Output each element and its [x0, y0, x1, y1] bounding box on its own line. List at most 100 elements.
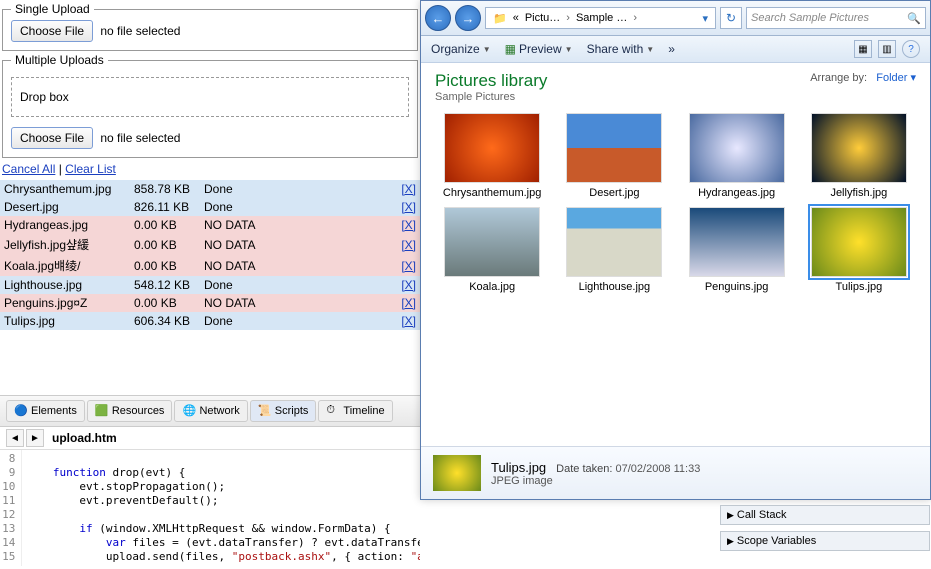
- devtools-tabs: 🔵Elements🟩Resources🌐Network📜Scripts⏱Time…: [0, 396, 420, 427]
- thumbnail-item[interactable]: Chrysanthemum.jpg: [435, 113, 549, 199]
- single-upload-legend: Single Upload: [11, 2, 94, 16]
- file-row: Desert.jpg826.11 KBDone[X]: [0, 198, 420, 216]
- scope-variables-panel[interactable]: ▶Scope Variables: [720, 531, 930, 551]
- devtools-tab-scripts[interactable]: 📜Scripts: [250, 400, 317, 422]
- thumbnail-image: [566, 113, 662, 183]
- details-filetype: JPEG image: [491, 475, 700, 487]
- more-menu[interactable]: »: [668, 42, 675, 56]
- network-icon: 🌐: [182, 404, 196, 418]
- devtools-filename[interactable]: upload.htm: [52, 431, 117, 445]
- search-placeholder: Search Sample Pictures: [751, 12, 869, 24]
- view-button[interactable]: ▦: [854, 40, 872, 58]
- file-size: 606.34 KB: [130, 312, 200, 330]
- cancel-all-link[interactable]: Cancel All: [2, 162, 55, 176]
- thumbnail-item[interactable]: Lighthouse.jpg: [557, 207, 671, 293]
- refresh-button[interactable]: ↻: [720, 7, 742, 29]
- library-title: Pictures library: [435, 71, 547, 91]
- file-status: Done: [200, 276, 396, 294]
- file-status: NO DATA: [200, 294, 396, 312]
- devtools-gutter: 89101112131415: [0, 450, 22, 566]
- no-file-label-single: no file selected: [100, 24, 180, 38]
- share-menu[interactable]: Share with ▼: [587, 42, 655, 56]
- scripts-icon: 📜: [258, 404, 272, 418]
- chevron-down-icon: ▼: [646, 45, 654, 54]
- preview-menu[interactable]: ▦ Preview ▼: [505, 42, 573, 56]
- choose-file-button-multi[interactable]: Choose File: [11, 127, 93, 149]
- devtools-tab-elements[interactable]: 🔵Elements: [6, 400, 85, 422]
- thumbnail-image: [566, 207, 662, 277]
- preview-pane-button[interactable]: ▥: [878, 40, 896, 58]
- thumbnail-item[interactable]: Jellyfish.jpg: [802, 113, 916, 199]
- next-arrow[interactable]: ►: [26, 429, 44, 447]
- thumbnail-label: Penguins.jpg: [680, 281, 794, 293]
- thumbnail-label: Desert.jpg: [557, 187, 671, 199]
- file-name: Lighthouse.jpg: [0, 276, 130, 294]
- file-name: Chrysanthemum.jpg: [0, 180, 130, 198]
- chevron-down-icon: ▼: [565, 45, 573, 54]
- delete-file-link[interactable]: [X]: [401, 314, 416, 328]
- file-status: Done: [200, 312, 396, 330]
- delete-file-link[interactable]: [X]: [401, 278, 416, 292]
- delete-file-link[interactable]: [X]: [401, 218, 416, 232]
- delete-file-link[interactable]: [X]: [401, 238, 416, 252]
- multiple-uploads-fieldset: Multiple Uploads Drop box Choose File no…: [2, 53, 418, 158]
- chevron-down-icon[interactable]: ▾: [699, 12, 711, 25]
- file-size: 548.12 KB: [130, 276, 200, 294]
- thumbnail-item[interactable]: Hydrangeas.jpg: [680, 113, 794, 199]
- thumbnail-label: Jellyfish.jpg: [802, 187, 916, 199]
- file-row: Hydrangeas.jpg0.00 KBNO DATA[X]: [0, 216, 420, 234]
- devtools-tab-resources[interactable]: 🟩Resources: [87, 400, 173, 422]
- delete-file-link[interactable]: [X]: [401, 200, 416, 214]
- back-button[interactable]: ←: [425, 5, 451, 31]
- help-button[interactable]: ?: [902, 40, 920, 58]
- devtools-tab-timeline[interactable]: ⏱Timeline: [318, 400, 392, 422]
- thumbnail-item[interactable]: Desert.jpg: [557, 113, 671, 199]
- drop-box[interactable]: Drop box: [11, 77, 409, 117]
- timeline-icon: ⏱: [326, 404, 340, 418]
- elements-icon: 🔵: [14, 404, 28, 418]
- clear-list-link[interactable]: Clear List: [65, 162, 116, 176]
- details-thumbnail: [433, 455, 481, 491]
- file-size: 0.00 KB: [130, 294, 200, 312]
- thumbnail-label: Hydrangeas.jpg: [680, 187, 794, 199]
- single-upload-fieldset: Single Upload Choose File no file select…: [2, 2, 418, 51]
- file-status: Done: [200, 180, 396, 198]
- delete-file-link[interactable]: [X]: [401, 182, 416, 196]
- library-subtitle: Sample Pictures: [435, 91, 547, 103]
- file-status: Done: [200, 198, 396, 216]
- delete-file-link[interactable]: [X]: [401, 259, 416, 273]
- devtools-panel: 🔵Elements🟩Resources🌐Network📜Scripts⏱Time…: [0, 395, 420, 566]
- file-name: Desert.jpg: [0, 198, 130, 216]
- thumbnail-grid: Chrysanthemum.jpg Desert.jpg Hydrangeas.jp…: [421, 107, 930, 299]
- devtools-tab-network[interactable]: 🌐Network: [174, 400, 247, 422]
- search-icon: 🔍: [907, 12, 921, 25]
- file-name: Koala.jpg뱨绫/: [0, 255, 130, 276]
- thumbnail-image: [811, 207, 907, 277]
- arrange-by-label: Arrange by:: [810, 72, 867, 84]
- file-row: Chrysanthemum.jpg858.78 KBDone[X]: [0, 180, 420, 198]
- search-input[interactable]: Search Sample Pictures 🔍: [746, 7, 926, 29]
- file-row: Jellyfish.jpg샾緩0.00 KBNO DATA[X]: [0, 234, 420, 255]
- arrange-by-dropdown[interactable]: Folder ▾: [876, 72, 916, 84]
- forward-button[interactable]: →: [455, 5, 481, 31]
- thumbnail-item[interactable]: Koala.jpg: [435, 207, 549, 293]
- thumbnail-label: Lighthouse.jpg: [557, 281, 671, 293]
- resources-icon: 🟩: [95, 404, 109, 418]
- file-size: 0.00 KB: [130, 255, 200, 276]
- file-explorer-window: ← → 📁 « Pictu… › Sample … › ▾ ↻ Search S…: [420, 0, 931, 500]
- file-row: Lighthouse.jpg548.12 KBDone [X]: [0, 276, 420, 294]
- file-status: NO DATA: [200, 255, 396, 276]
- delete-file-link[interactable]: [X]: [401, 296, 416, 310]
- thumbnail-image: [811, 113, 907, 183]
- organize-menu[interactable]: Organize ▼: [431, 42, 491, 56]
- prev-arrow[interactable]: ◄: [6, 429, 24, 447]
- call-stack-panel[interactable]: ▶Call Stack: [720, 505, 930, 525]
- choose-file-button-single[interactable]: Choose File: [11, 20, 93, 42]
- file-name: Hydrangeas.jpg: [0, 216, 130, 234]
- thumbnail-item[interactable]: Penguins.jpg: [680, 207, 794, 293]
- thumbnail-item[interactable]: Tulips.jpg: [802, 207, 916, 293]
- folder-icon: 📁: [490, 12, 510, 25]
- breadcrumb[interactable]: 📁 « Pictu… › Sample … › ▾: [485, 7, 716, 29]
- thumbnail-image: [444, 207, 540, 277]
- file-row: Penguins.jpg¤Z0.00 KBNO DATA[X]: [0, 294, 420, 312]
